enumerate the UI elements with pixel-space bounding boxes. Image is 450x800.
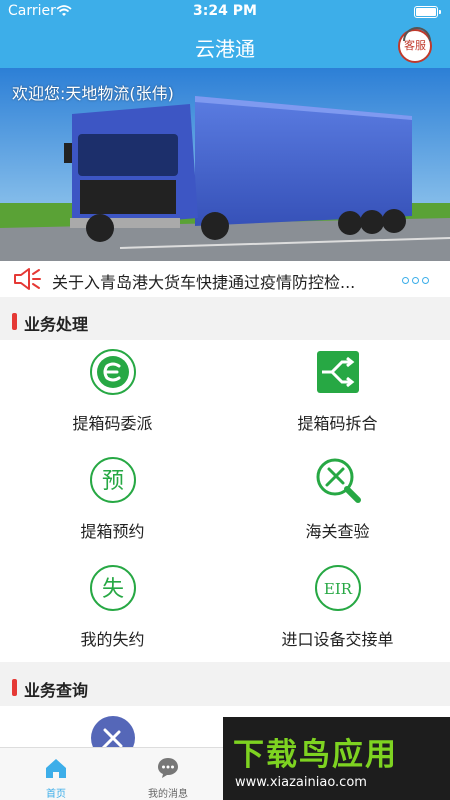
grid-item-box-code-split-merge[interactable]: 提箱码拆合 bbox=[225, 340, 450, 448]
grid-item-customs-inspection[interactable]: 海关查验 bbox=[225, 448, 450, 556]
svg-text:预: 预 bbox=[102, 469, 124, 494]
banner[interactable]: 欢迎您:天地物流(张伟) bbox=[0, 68, 450, 261]
tab-home[interactable]: 首页 bbox=[0, 748, 112, 800]
section-title: 业务处理 bbox=[24, 315, 89, 334]
svg-text:失: 失 bbox=[102, 577, 124, 602]
grid-label: 海关查验 bbox=[305, 522, 370, 541]
customer-service-button[interactable]: 客服 bbox=[398, 27, 432, 63]
dispatch-e-icon bbox=[90, 349, 136, 395]
welcome-text: 欢迎您:天地物流(张伟) bbox=[12, 84, 174, 103]
section-header-query: 业务查询 bbox=[0, 668, 450, 706]
tools-icon bbox=[91, 716, 135, 747]
tab-label: 首页 bbox=[46, 789, 66, 800]
battery-icon bbox=[414, 6, 441, 18]
grid-item-eir[interactable]: EIR 进口设备交接单 bbox=[225, 556, 450, 664]
page-title: 云港通 bbox=[195, 37, 255, 61]
notice-bar[interactable]: 关于入青岛港大货车快捷通过疫情防控检... bbox=[0, 261, 450, 297]
grid-label: 提箱预约 bbox=[80, 522, 145, 541]
watermark-url: www.xiazainiao.com bbox=[235, 775, 367, 790]
speaker-icon bbox=[14, 268, 41, 290]
grid-label: 提箱码委派 bbox=[72, 414, 153, 433]
customs-inspect-icon bbox=[316, 458, 361, 503]
status-time: 3:24 PM bbox=[193, 3, 257, 19]
section-title: 业务查询 bbox=[24, 681, 89, 700]
grid-label: 进口设备交接单 bbox=[281, 630, 394, 649]
business-grid: 提箱码委派 提箱码拆合 预 提箱预约 海关查验 失 我的失约 EIR 进口设备交… bbox=[0, 340, 450, 662]
eir-icon: EIR bbox=[315, 565, 361, 611]
watermark: 下载鸟应用 www.xiazainiao.com bbox=[223, 717, 450, 800]
split-merge-icon bbox=[317, 351, 359, 393]
section-marker bbox=[12, 679, 17, 696]
grid-item-box-code-dispatch[interactable]: 提箱码委派 bbox=[0, 340, 225, 448]
grid-item-box-reservation[interactable]: 预 提箱预约 bbox=[0, 448, 225, 556]
grid-label: 提箱码拆合 bbox=[297, 414, 378, 433]
message-icon bbox=[158, 758, 178, 778]
missed-icon: 失 bbox=[90, 565, 136, 611]
tab-messages[interactable]: 我的消息 bbox=[112, 748, 224, 800]
section-header-business: 业务处理 bbox=[0, 302, 450, 340]
svg-text:EIR: EIR bbox=[324, 580, 353, 598]
watermark-logo: 下载鸟应用 bbox=[233, 737, 398, 773]
reserve-icon: 预 bbox=[90, 457, 136, 503]
grid-item-my-missed[interactable]: 失 我的失约 bbox=[0, 556, 225, 664]
notice-text[interactable]: 关于入青岛港大货车快捷通过疫情防控检... bbox=[52, 269, 397, 293]
more-icon[interactable] bbox=[402, 277, 430, 285]
status-bar: Carrier 3:24 PM bbox=[0, 0, 450, 24]
nav-bar: 云港通 客服 bbox=[0, 24, 450, 68]
home-icon bbox=[46, 759, 66, 778]
grid-label: 我的失约 bbox=[80, 630, 145, 649]
tab-label: 我的消息 bbox=[148, 789, 188, 800]
grid-item-query[interactable] bbox=[0, 706, 225, 747]
section-marker bbox=[12, 313, 17, 330]
